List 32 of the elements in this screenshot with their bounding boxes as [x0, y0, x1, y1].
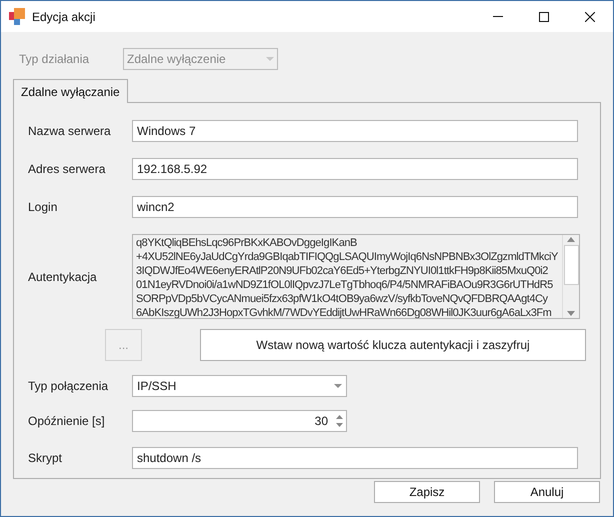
key-text-line: SORPpVDp5bVCycANmuei5fzx63pfW1kO4tOB9ya6wzV/syfkbToveNQvQFDBRQAAgt4Cy	[136, 292, 549, 306]
field-label: Opóźnienie [s]	[28, 413, 106, 430]
action-type-label: Typ działania	[19, 51, 90, 68]
close-icon	[585, 12, 595, 22]
key-text-line: 6AbKIszgUWh2J3HopxTGvhkM/7WDvYEddijtUwHRaWn66Dg08WHil0JK3uur6gA6aLx3Fm	[136, 306, 552, 318]
dialog-button[interactable]: Zapisz	[374, 481, 480, 503]
field-label: Skrypt	[28, 450, 64, 467]
insert-key-button[interactable]: Wstaw nową wartość klucza autentykacji i zaszyfruj	[200, 329, 586, 361]
field-label: Nazwa serwera	[28, 123, 112, 140]
dropdown-caret-icon	[334, 384, 342, 388]
app-logo-icon	[9, 8, 26, 25]
dropdown-caret-icon	[266, 57, 274, 61]
text-field[interactable]: wincn2	[132, 196, 578, 218]
text-field[interactable]: 192.168.5.92	[132, 158, 578, 180]
field-label: Typ połączenia	[28, 378, 110, 395]
field-label: Adres serwera	[28, 161, 106, 178]
key-text-line: 01N1eyRVDnoi0i/a1wND9Z1fOL0lIQpvzJ7LeTgTbhoq6/P4/5NMRAFiBAOu9R3G6rUTHdR5	[136, 278, 554, 292]
maximize-icon	[539, 12, 549, 22]
field-label: Login	[28, 199, 58, 216]
text-field[interactable]: Windows 7	[132, 120, 578, 142]
spinner-arrows-icon[interactable]	[336, 414, 343, 428]
window-title: Edycja akcji	[32, 8, 96, 26]
key-text-line: 3IQDWJfEo4WE6enyERAtlP20N9UFb02caY6Ed5+YterbgZNYUI0l1ttkFH9p8Kii85MxuQ0i2	[136, 264, 549, 278]
dialog-button[interactable]: Anuluj	[494, 481, 600, 503]
field-label: Autentykacja	[28, 268, 98, 286]
key-text-line: +4XU52lNE6yJaUdCgYrda9GBIqabTIFIQQgLSAQUImyWojIq6NsNPBNBx3OlZgzmldTMkciY	[136, 250, 559, 264]
tab[interactable]: Zdalne wyłączanie	[13, 79, 128, 103]
delay-spinner[interactable]: 30	[132, 410, 347, 432]
minimize-icon	[493, 16, 503, 17]
text-field[interactable]: shutdown /s	[132, 447, 578, 469]
connection-type-dropdown[interactable]: IP/SSH	[132, 375, 347, 397]
key-text-line: q8YKtQliqBEhsLqc96PrBKxKABOvDggeIgIKanB	[136, 236, 358, 250]
